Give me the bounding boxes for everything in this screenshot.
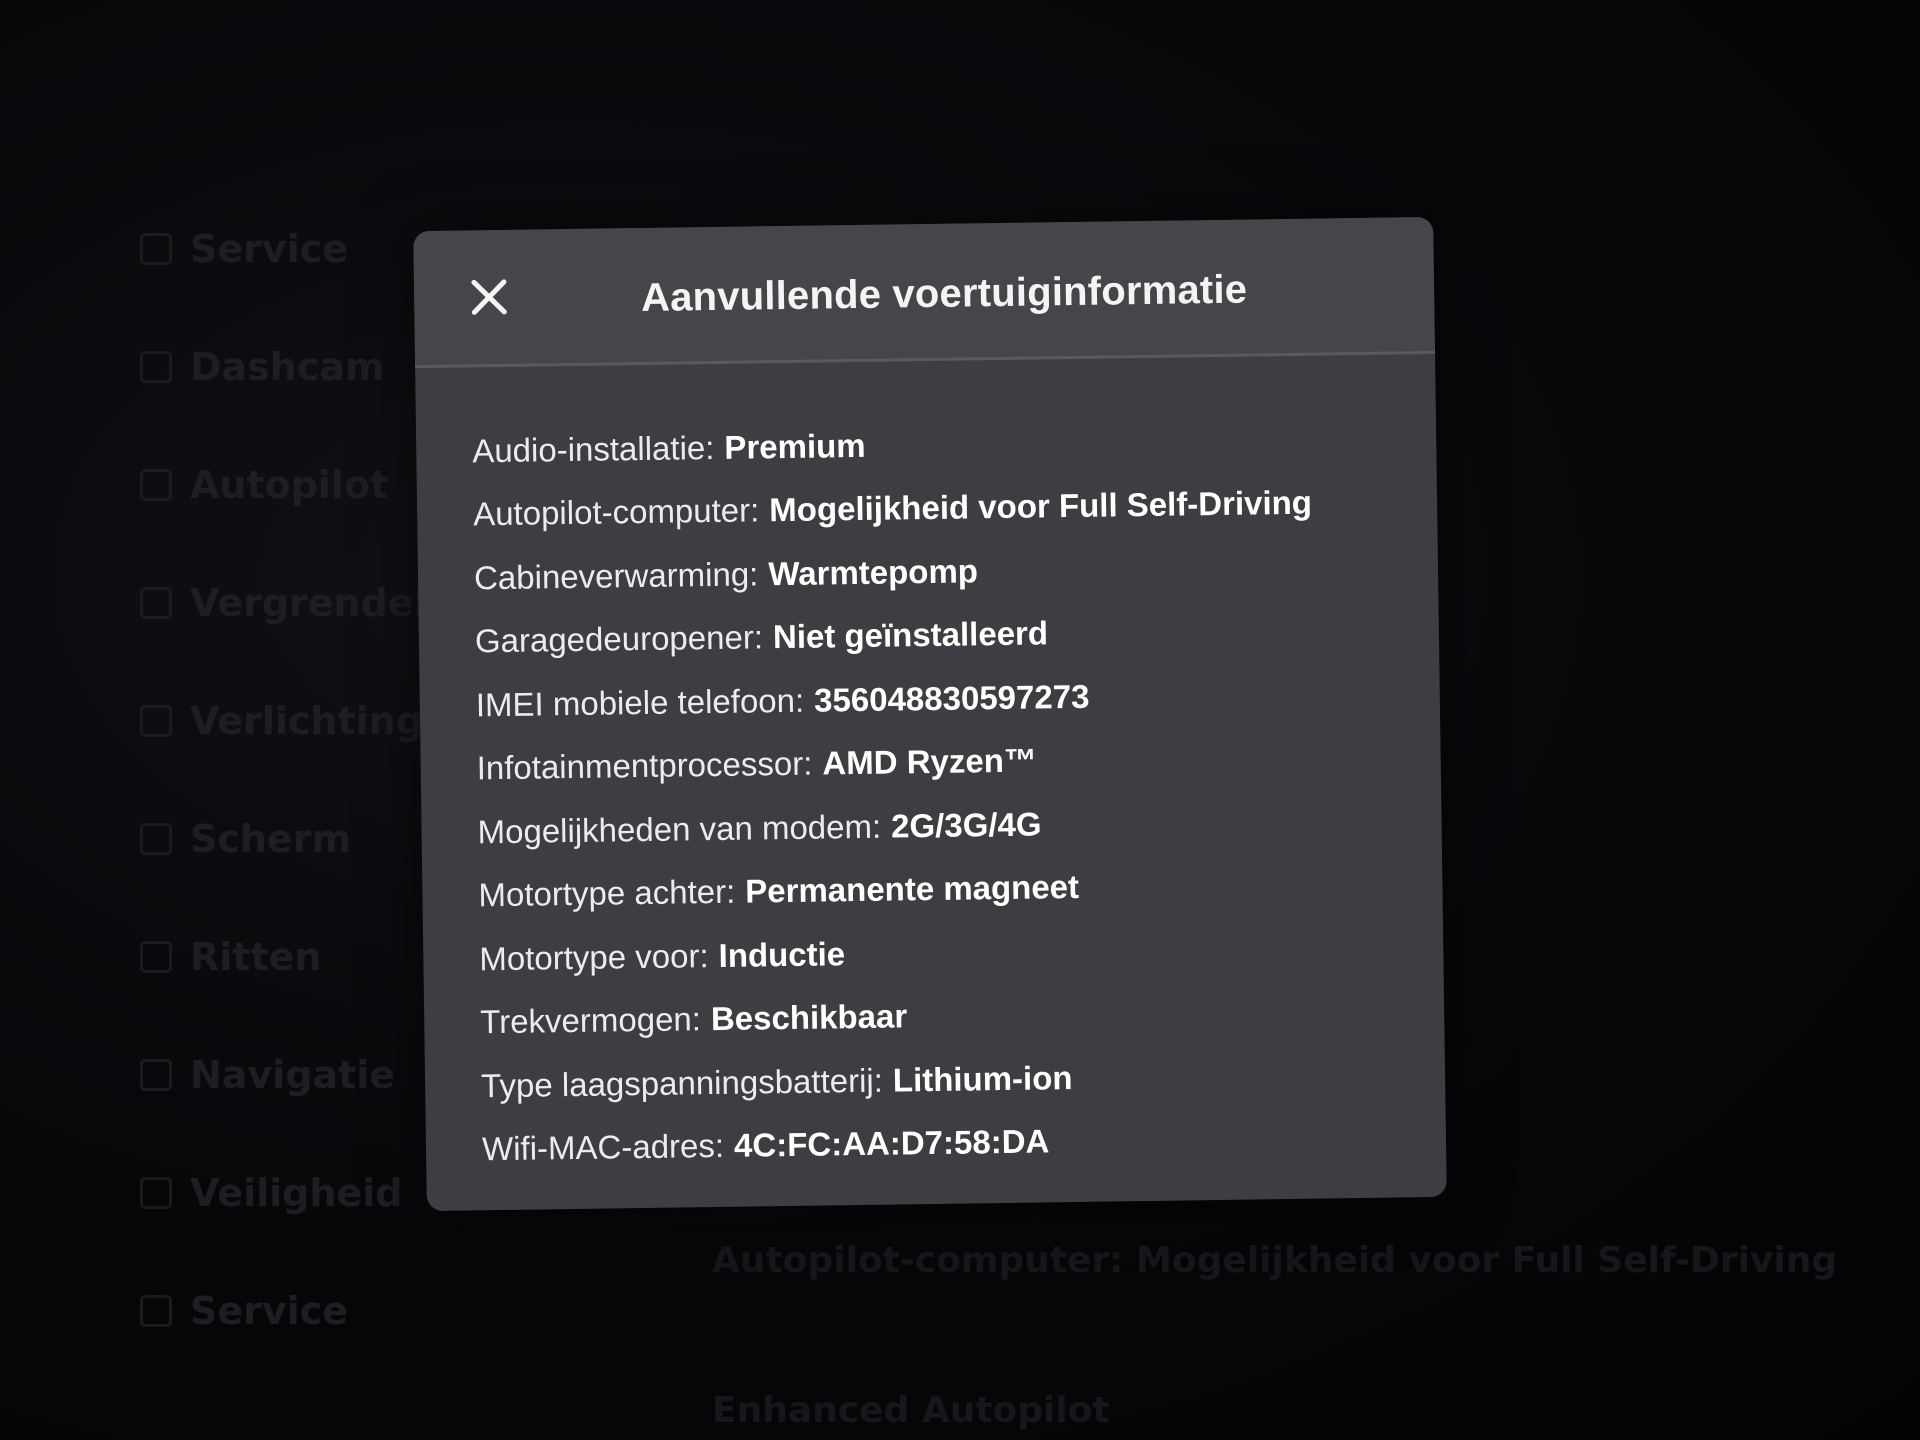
info-value: Beschikbaar [710,997,908,1038]
lock-icon [140,587,172,619]
vehicle-screen: Service Dashcam Autopilot Vergrendeling … [0,0,1920,1440]
info-label: Audio-installatie: [472,428,715,470]
info-value: Inductie [718,934,846,974]
info-label: Wifi-MAC-adres: [481,1127,725,1168]
info-value: 2G/3G/4G [890,805,1042,845]
info-value: Niet geïnstalleerd [772,614,1049,656]
info-label: IMEI mobiele telefoon: [475,681,805,724]
info-value: Mogelijkheid voor Full Self-Driving [769,483,1313,529]
info-value: Warmtepomp [768,552,979,592]
bg-menu-label: Veiligheid [190,1171,403,1215]
info-value: 356048830597273 [813,677,1090,719]
bg-menu-label: Service [190,1289,348,1333]
info-label: Garagedeuropener: [474,618,764,660]
info-value: Premium [724,426,866,466]
bg-menu-item: Service [140,1252,440,1370]
navigation-icon [140,1059,172,1091]
bg-menu-label: Ritten [190,935,322,979]
info-label: Autopilot-computer: [472,491,760,533]
bg-menu-item: Autopilot [140,426,440,544]
info-row-wifi-mac: Wifi-MAC-adres: 4C:FC:AA:D7:58:DA [482,1104,1447,1181]
bg-menu-item: Vergrendeling [140,544,494,662]
bg-menu-item: Navigatie [140,1016,440,1134]
light-icon [140,705,172,737]
bg-menu-label: Navigatie [190,1053,396,1097]
bg-menu-item: Ritten [140,898,440,1016]
info-label: Type laagspanningsbatterij: [480,1061,884,1105]
info-value: AMD Ryzen™ [822,741,1038,782]
steering-icon [140,469,172,501]
info-label: Motortype voor: [479,936,709,978]
bg-menu-label: Service [190,227,348,271]
bg-menu-label: Autopilot [190,463,389,507]
info-value: 4C:FC:AA:D7:58:DA [733,1122,1050,1165]
bg-detail-line: Autopilot-computer: Mogelijkheid voor Fu… [712,1240,1838,1281]
shield-icon [140,1177,172,1209]
wrench-icon [140,233,172,265]
info-label: Infotainmentprocessor: [476,744,813,787]
info-value: Lithium-ion [892,1058,1073,1099]
wrench-icon [140,1295,172,1327]
bg-detail-line: Enhanced Autopilot [712,1390,1110,1431]
vehicle-info-modal: Aanvullende voertuiginformatie Audio-ins… [413,216,1447,1212]
trips-icon [140,941,172,973]
info-label: Trekvermogen: [479,1000,702,1041]
display-icon [140,823,172,855]
bg-menu-item: Veiligheid [140,1134,440,1252]
background-settings-menu: Service Dashcam Autopilot Vergrendeling … [140,190,494,1370]
bg-menu-item: Service [140,190,440,308]
bg-menu-item: Verlichting [140,662,440,780]
bg-menu-item: Scherm [140,780,440,898]
modal-header: Aanvullende voertuiginformatie [413,216,1436,369]
info-value: Permanente magneet [744,868,1080,910]
info-label: Cabineverwarming: [473,555,759,597]
info-label: Mogelijkheden van modem: [477,807,882,851]
bg-menu-label: Verlichting [190,699,423,743]
modal-body: Audio-installatie: Premium Autopilot-comp… [415,354,1446,1182]
bg-menu-label: Scherm [190,817,352,861]
bg-menu-label: Dashcam [190,345,385,389]
bg-menu-item: Dashcam [140,308,440,426]
info-label: Motortype achter: [478,872,736,914]
modal-title: Aanvullende voertuiginformatie [640,267,1248,320]
camera-icon [140,351,172,383]
